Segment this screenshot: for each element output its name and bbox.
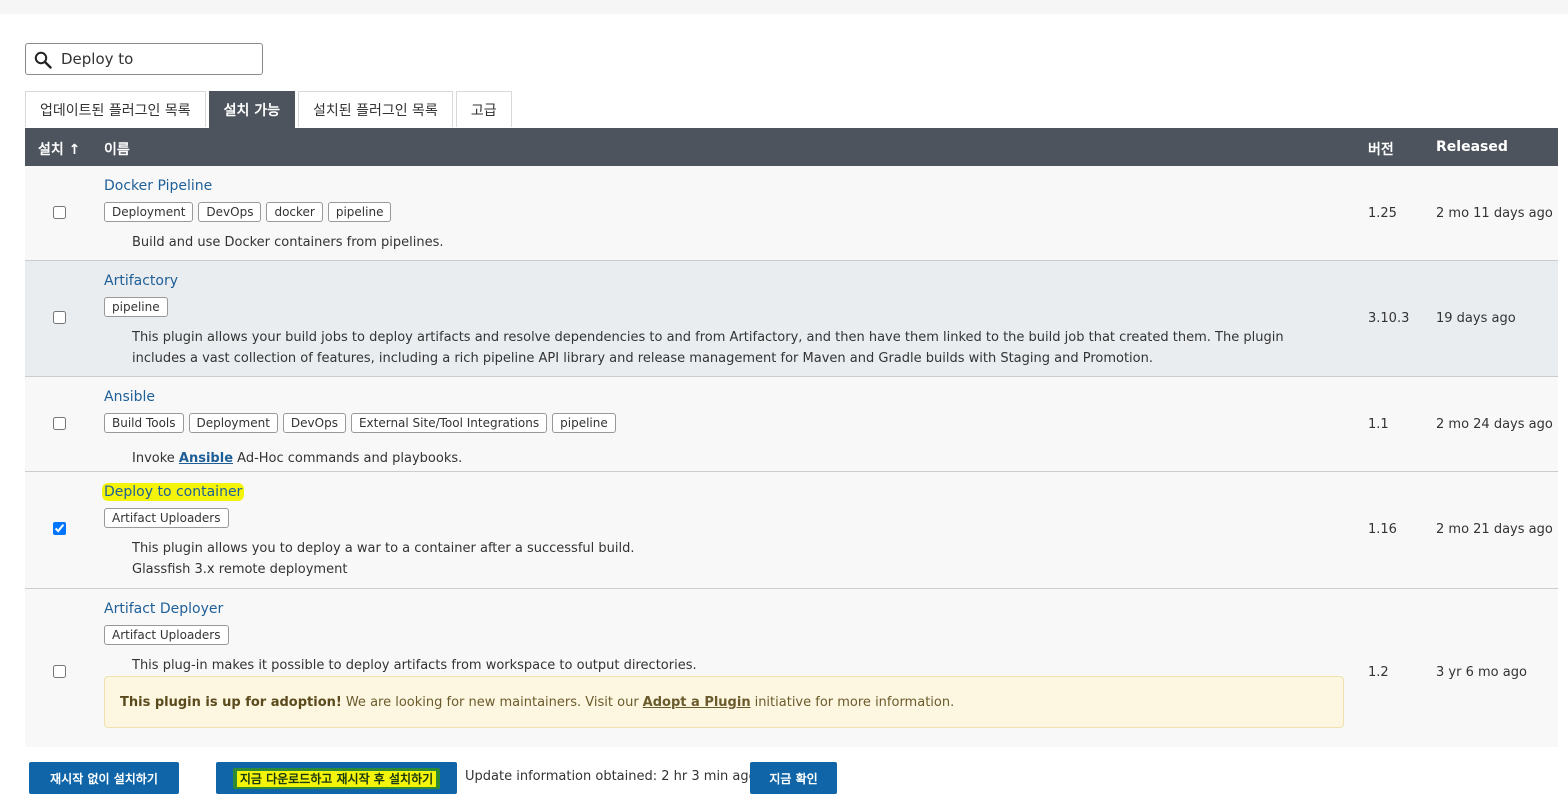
plugin-labels: pipeline [104, 297, 168, 317]
plugin-description: Build and use Docker containers from pip… [132, 235, 444, 250]
plugin-table: 설치 ↑ 이름 버전 Released Docker Pipeline Depl… [25, 128, 1558, 747]
plugin-name-link[interactable]: Deploy to container [102, 483, 245, 501]
label-tag[interactable]: pipeline [104, 297, 168, 317]
label-tag[interactable]: Deployment [188, 413, 278, 433]
tab-installed[interactable]: 설치된 플러그인 목록 [298, 91, 453, 127]
plugin-tabs: 업데이트된 플러그인 목록 설치 가능 설치된 플러그인 목록 고급 [25, 91, 512, 128]
table-row: Deploy to container Artifact Uploaders T… [25, 472, 1558, 589]
plugin-version: 3.10.3 [1368, 311, 1410, 326]
header-released[interactable]: Released [1436, 139, 1508, 155]
adopt-plugin-link[interactable]: Adopt a Plugin [643, 695, 751, 710]
tab-available[interactable]: 설치 가능 [208, 91, 295, 128]
install-checkbox[interactable] [53, 665, 66, 678]
plugin-name-link[interactable]: Ansible [104, 389, 155, 405]
plugin-version: 1.25 [1368, 206, 1397, 221]
plugin-description: This plugin allows your build jobs to de… [132, 330, 1284, 366]
plugin-labels: Artifact Uploaders [104, 508, 229, 528]
plugin-description: Invoke Ansible Ad-Hoc commands and playb… [132, 448, 1332, 469]
plugin-labels: Deployment DevOps docker pipeline [104, 202, 392, 222]
table-row: Ansible Build Tools Deployment DevOps Ex… [25, 377, 1558, 472]
label-tag[interactable]: docker [266, 202, 323, 222]
plugin-released: 2 mo 24 days ago [1436, 417, 1553, 432]
plugin-labels: Build Tools Deployment DevOps External S… [104, 413, 616, 433]
plugin-version: 1.2 [1368, 665, 1389, 680]
install-checkbox[interactable] [53, 311, 66, 324]
table-row: Artifact Deployer Artifact Uploaders Thi… [25, 589, 1558, 747]
adoption-text: We are looking for new maintainers. Visi… [345, 694, 639, 710]
plugin-description: This plug-in makes it possible to deploy… [132, 658, 697, 673]
plugin-released: 19 days ago [1436, 311, 1516, 326]
label-tag[interactable]: External Site/Tool Integrations [350, 413, 548, 433]
plugin-released: 2 mo 11 days ago [1436, 206, 1553, 221]
label-tag[interactable]: Artifact Uploaders [104, 508, 229, 528]
plugin-name-link[interactable]: Artifactory [104, 273, 178, 289]
header-install[interactable]: 설치 ↑ [38, 139, 80, 159]
table-header: 설치 ↑ 이름 버전 Released [25, 128, 1558, 166]
description-prefix: Invoke [132, 451, 179, 466]
download-install-after-restart-button[interactable]: 지금 다운로드하고 재시작 후 설치하기 [216, 762, 457, 794]
plugin-version: 1.1 [1368, 417, 1389, 432]
search-input[interactable] [61, 44, 256, 74]
label-tag[interactable]: Build Tools [104, 413, 184, 433]
plugin-name-link[interactable]: Artifact Deployer [104, 601, 223, 617]
top-bar [0, 0, 1568, 14]
check-now-button[interactable]: 지금 확인 [750, 762, 837, 794]
plugin-labels: Artifact Uploaders [104, 625, 229, 645]
plugin-description: This plugin allows you to deploy a war t… [132, 538, 1332, 580]
ansible-link[interactable]: Ansible [179, 451, 233, 466]
plugin-released: 2 mo 21 days ago [1436, 522, 1553, 537]
label-tag[interactable]: Deployment [104, 202, 194, 222]
table-row: Docker Pipeline Deployment DevOps docker… [25, 166, 1558, 261]
search-box[interactable] [25, 43, 263, 75]
highlight-mark: 지금 다운로드하고 재시작 후 설치하기 [232, 767, 441, 789]
table-row: Artifactory pipeline This plugin allows … [25, 261, 1558, 377]
install-without-restart-button[interactable]: 재시작 없이 설치하기 [29, 762, 179, 794]
tab-advanced[interactable]: 고급 [455, 91, 512, 127]
install-checkbox[interactable] [53, 417, 66, 430]
install-checkbox[interactable] [53, 522, 66, 535]
adoption-notice: This plugin is up for adoption! We are l… [104, 676, 1344, 728]
label-tag[interactable]: DevOps [198, 202, 262, 222]
tab-updates[interactable]: 업데이트된 플러그인 목록 [25, 91, 206, 127]
description-line: Glassfish 3.x remote deployment [132, 562, 348, 577]
download-install-label: 지금 다운로드하고 재시작 후 설치하기 [236, 770, 437, 787]
adoption-text: initiative for more information. [754, 694, 955, 710]
label-tag[interactable]: pipeline [552, 413, 616, 433]
label-tag[interactable]: pipeline [327, 202, 392, 222]
description-line: This plugin allows you to deploy a war t… [132, 541, 635, 556]
header-name[interactable]: 이름 [104, 139, 130, 159]
adoption-title: This plugin is up for adoption! [120, 694, 342, 710]
label-tag[interactable]: Artifact Uploaders [104, 625, 229, 645]
install-checkbox[interactable] [53, 206, 66, 219]
label-tag[interactable]: DevOps [282, 413, 346, 433]
plugin-name-link[interactable]: Docker Pipeline [104, 178, 212, 194]
plugin-version: 1.16 [1368, 522, 1397, 537]
description-suffix: Ad-Hoc commands and playbooks. [233, 451, 463, 466]
update-info-text: Update information obtained: 2 hr 3 min … [465, 769, 757, 784]
plugin-released: 3 yr 6 mo ago [1436, 665, 1527, 680]
header-version[interactable]: 버전 [1368, 139, 1394, 159]
search-icon [34, 51, 52, 69]
